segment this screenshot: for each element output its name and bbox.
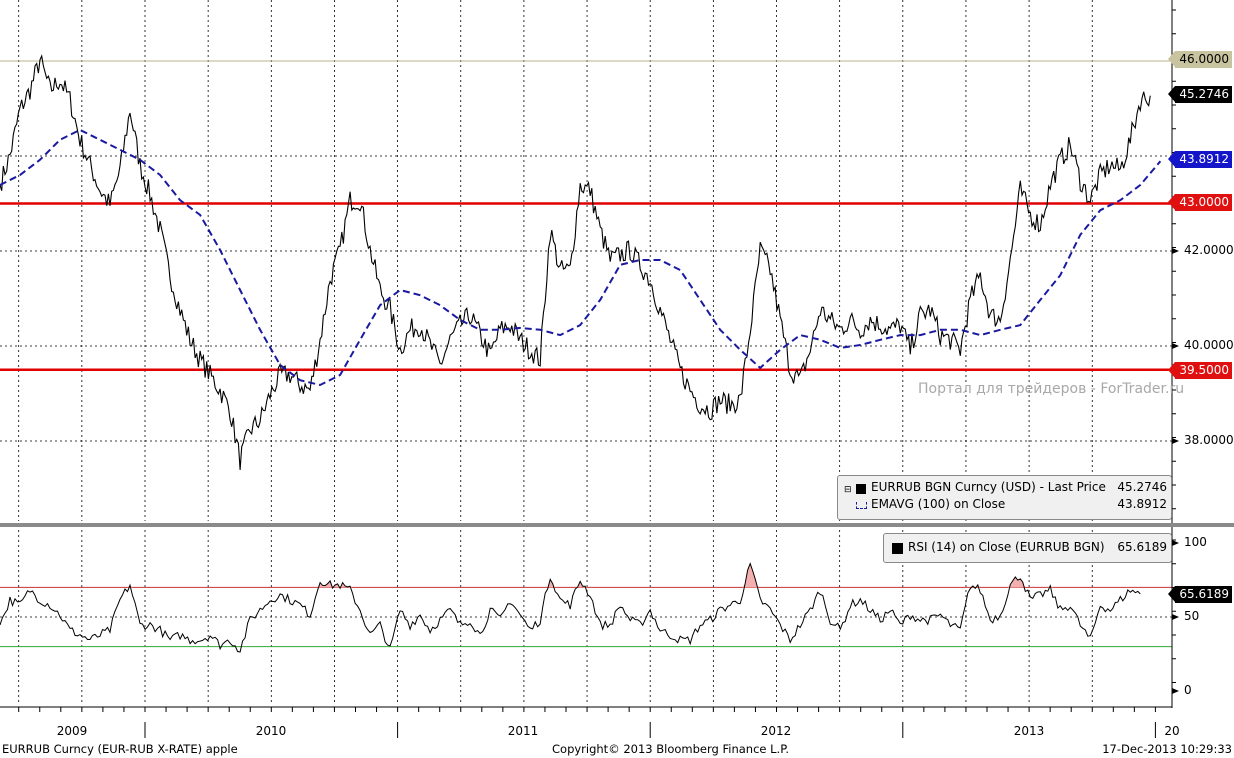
rsi-tick-label: 50 [1184, 609, 1200, 623]
rsi-tick-marker [1172, 614, 1179, 620]
rsi-tick-label: 100 [1184, 535, 1207, 549]
price-swatch-icon [856, 484, 866, 494]
ema-legend-label: EMAVG (100) on Close [871, 497, 1006, 511]
last-price-tag: 45.2746 [1168, 86, 1232, 103]
rsi-tick-marker [1172, 540, 1179, 546]
collapse-icon[interactable]: ⊟ [844, 485, 852, 495]
price-legend: ⊟ EURRUB BGN Curncy (USD) - Last Price 4… [837, 475, 1172, 520]
y-tick-label: 40.0000 [1184, 338, 1234, 352]
rsi-line [0, 562, 1141, 653]
y-tick-marker [1172, 438, 1179, 444]
rsi-overbought-fill [0, 563, 1141, 588]
ema-swatch-icon [856, 502, 867, 509]
y-tick-label: 38.0000 [1184, 433, 1234, 447]
ema-line [0, 128, 1162, 387]
rsi-legend: RSI (14) on Close (EURRUB BGN) 65.6189 [883, 533, 1172, 563]
rsi-tick-label: 0 [1184, 683, 1192, 697]
rsi-legend-label: RSI (14) on Close (EURRUB BGN) [908, 540, 1105, 554]
level-46-tag: 46.0000 [1168, 51, 1232, 68]
y-tick-label: 42.0000 [1184, 243, 1234, 257]
x-tick-label: 20 [1164, 724, 1180, 738]
price-legend-label: EURRUB BGN Curncy (USD) - Last Price [871, 480, 1106, 494]
level-43-tag: 43.0000 [1168, 194, 1232, 211]
rsi-last-tag: 65.6189 [1168, 586, 1232, 603]
footer-copyright: Copyright© 2013 Bloomberg Finance L.P. [552, 742, 789, 756]
x-tick-label: 2010 [255, 724, 287, 738]
ema-tag: 43.8912 [1168, 151, 1232, 168]
x-tick-label: 2013 [1013, 724, 1045, 738]
rsi-swatch-icon [892, 543, 903, 554]
y-tick-marker [1172, 343, 1179, 349]
rsi-tick-marker [1172, 688, 1179, 694]
x-tick-label: 2012 [760, 724, 792, 738]
footer-timestamp: 17-Dec-2013 10:29:33 [1102, 742, 1232, 756]
level-39-5-tag: 39.5000 [1168, 362, 1232, 379]
ema-legend-value: 43.8912 [1117, 497, 1167, 511]
x-tick-label: 2011 [507, 724, 539, 738]
footer-ticker: EURRUB Curncy (EUR-RUB X-RATE) apple [2, 742, 238, 756]
chart-canvas [0, 0, 1234, 738]
watermark: Портал для трейдеров - ForTrader.ru [918, 381, 1185, 397]
price-line [0, 54, 1151, 470]
y-tick-marker [1172, 248, 1179, 254]
price-legend-value: 45.2746 [1117, 480, 1167, 494]
x-tick-label: 2009 [56, 724, 88, 738]
rsi-legend-value: 65.6189 [1117, 540, 1167, 554]
